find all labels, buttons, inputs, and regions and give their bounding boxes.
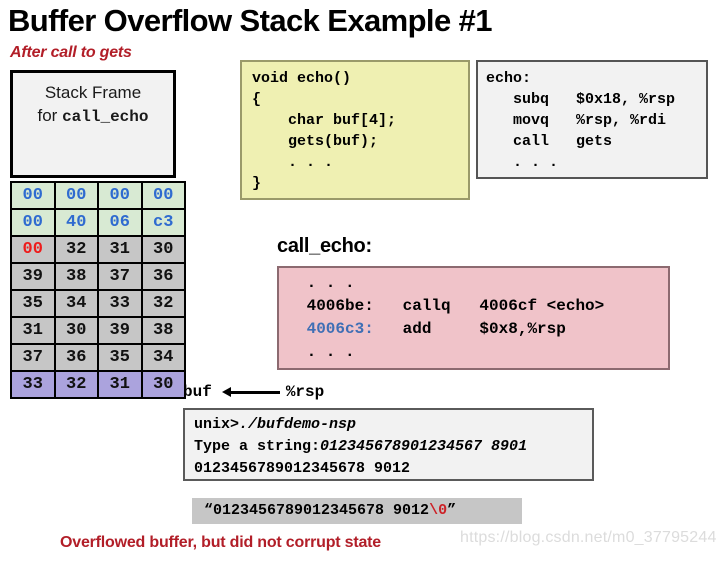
asm-callq-instruction: callq 4006cf <echo> bbox=[373, 297, 605, 315]
byte-cell: 34 bbox=[53, 289, 99, 318]
byte-cell: 36 bbox=[53, 343, 99, 372]
bottom-caption: Overflowed buffer, but did not corrupt s… bbox=[60, 534, 381, 551]
stack-frame-function-name: call_echo bbox=[62, 108, 149, 126]
byte-cell: 35 bbox=[97, 343, 143, 372]
stack-frame-title: Stack Frame bbox=[44, 83, 142, 102]
byte-cell: 31 bbox=[10, 316, 56, 345]
byte-cell: 35 bbox=[10, 289, 56, 318]
byte-cell: 40 bbox=[53, 208, 99, 237]
table-row: 35 34 33 32 bbox=[10, 289, 186, 318]
byte-cell: 00 bbox=[53, 181, 99, 210]
terminal-user-input: 012345678901234567 8901 bbox=[320, 438, 528, 455]
asm-add-instruction: add $0x8,%rsp bbox=[373, 320, 566, 338]
terminal-command: ./bufdemo-nsp bbox=[239, 416, 357, 433]
stack-frame-box: Stack Frame for call_echo bbox=[10, 70, 176, 178]
call-echo-assembly-box: . . . 4006be: callq 4006cf <echo> 4006c3… bbox=[277, 266, 670, 370]
byte-cell: 00 bbox=[10, 235, 56, 264]
byte-cell: 31 bbox=[97, 370, 143, 399]
table-row: 00 32 31 30 bbox=[10, 235, 186, 264]
byte-cell: 00 bbox=[140, 181, 186, 210]
byte-cell: 38 bbox=[140, 316, 186, 345]
left-arrow-icon bbox=[221, 386, 280, 398]
quoted-string-strip: “0123456789012345678 9012\0” bbox=[192, 498, 522, 524]
table-row: 33 32 31 30 bbox=[10, 370, 186, 399]
call-echo-heading: call_echo: bbox=[277, 235, 372, 257]
byte-cell: 31 bbox=[97, 235, 143, 264]
byte-cell: 32 bbox=[53, 370, 99, 399]
byte-cell: 06 bbox=[97, 208, 143, 237]
byte-cell: 37 bbox=[10, 343, 56, 372]
byte-cell: 39 bbox=[97, 316, 143, 345]
table-row: 39 38 37 36 bbox=[10, 262, 186, 291]
table-row: 37 36 35 34 bbox=[10, 343, 186, 372]
stack-frame-for-word: for bbox=[37, 106, 63, 125]
byte-cell: 30 bbox=[53, 316, 99, 345]
c-source-code-box: void echo() { char buf[4]; gets(buf); . … bbox=[240, 60, 470, 200]
byte-cell: 39 bbox=[10, 262, 56, 291]
terminal-prompt: unix> bbox=[194, 416, 240, 433]
asm-addr-4006be: 4006be: bbox=[297, 297, 374, 315]
table-row: 31 30 39 38 bbox=[10, 316, 186, 345]
terminal-prompt-type-string: Type a string: bbox=[194, 438, 321, 455]
page-title: Buffer Overflow Stack Example #1 bbox=[8, 3, 492, 38]
byte-cell: 32 bbox=[140, 289, 186, 318]
quoted-body: 0123456789012345678 9012 bbox=[213, 502, 430, 519]
byte-cell: 30 bbox=[140, 370, 186, 399]
byte-cell: 32 bbox=[53, 235, 99, 264]
byte-cell: 33 bbox=[10, 370, 56, 399]
buf-rsp-pointer: buf %rsp bbox=[183, 381, 324, 403]
byte-cell: 37 bbox=[97, 262, 143, 291]
byte-cell: 34 bbox=[140, 343, 186, 372]
slide-root: Buffer Overflow Stack Example #1 After c… bbox=[0, 0, 718, 561]
after-call-label: After call to gets bbox=[10, 44, 132, 61]
asm-dots-top: . . . bbox=[297, 274, 355, 292]
byte-cell: 36 bbox=[140, 262, 186, 291]
byte-cell: 00 bbox=[10, 208, 56, 237]
terminal-echoed-output: 0123456789012345678 9012 bbox=[194, 460, 411, 477]
arrow-shaft bbox=[227, 391, 280, 394]
nul-terminator: \0 bbox=[429, 502, 448, 519]
open-quote: “ bbox=[204, 502, 214, 519]
rsp-label: %rsp bbox=[285, 383, 325, 401]
table-row: 00 00 00 00 bbox=[10, 181, 186, 210]
table-row: 00 40 06 c3 bbox=[10, 208, 186, 237]
byte-cell: 38 bbox=[53, 262, 99, 291]
byte-grid-body: 00 00 00 00 00 40 06 c3 00 32 31 30 39 3… bbox=[10, 181, 186, 399]
asm-addr-4006c3: 4006c3: bbox=[297, 320, 374, 338]
byte-cell: 00 bbox=[10, 181, 56, 210]
byte-cell: 33 bbox=[97, 289, 143, 318]
buf-label: buf bbox=[183, 383, 212, 401]
stack-byte-grid: 00 00 00 00 00 40 06 c3 00 32 31 30 39 3… bbox=[10, 181, 186, 399]
watermark: https://blog.csdn.net/m0_37795244 bbox=[460, 529, 717, 546]
byte-cell: 00 bbox=[97, 181, 143, 210]
byte-cell: 30 bbox=[140, 235, 186, 264]
asm-dots-bottom: . . . bbox=[297, 343, 355, 361]
stack-frame-subject: for call_echo bbox=[38, 104, 149, 129]
terminal-output-box: unix>./bufdemo-nsp Type a string:0123456… bbox=[183, 408, 594, 481]
echo-assembly-box: echo: subq $0x18, %rsp movq %rsp, %rdi c… bbox=[476, 60, 708, 179]
byte-cell: c3 bbox=[140, 208, 186, 237]
close-quote: ” bbox=[447, 502, 457, 519]
